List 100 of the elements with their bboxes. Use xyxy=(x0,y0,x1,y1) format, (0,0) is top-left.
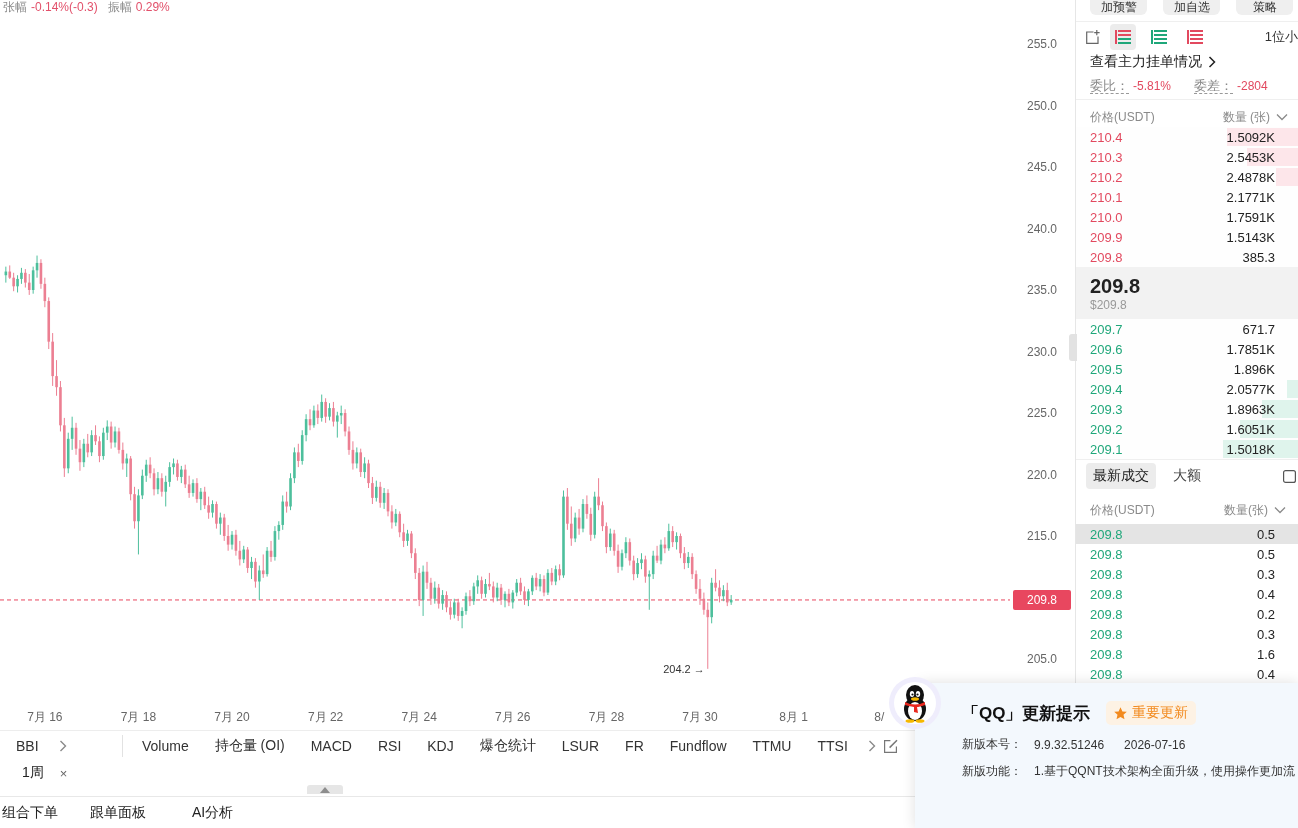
date-axis-label: 8/ xyxy=(874,710,885,724)
quantity-text: 2.1771K xyxy=(1226,189,1275,205)
price-axis-label: 230.0 xyxy=(1027,344,1058,359)
stat-label: 委差： xyxy=(1194,77,1233,94)
price-text: 209.7 xyxy=(1090,321,1123,337)
quantity-text: 0.5 xyxy=(1256,546,1275,562)
price-text: 210.3 xyxy=(1090,149,1123,165)
popup-title: 「QQ」更新提示 xyxy=(962,702,1091,725)
date-axis-label: 8月 1 xyxy=(779,710,808,724)
quantity-text: 2.4878K xyxy=(1226,169,1275,185)
order-book-icon xyxy=(1115,30,1131,44)
star-icon xyxy=(1114,706,1128,720)
low-price-label: 204.2 → xyxy=(663,662,705,675)
amplitude-label: 振幅 xyxy=(107,0,132,14)
trade-tab[interactable]: 最新成交 xyxy=(1086,463,1156,489)
action-button[interactable]: 策略 xyxy=(1236,0,1293,15)
interval-tab[interactable]: 1周 xyxy=(22,764,44,782)
quantity-text: 0.4 xyxy=(1256,586,1275,602)
price-axis-label: 215.0 xyxy=(1027,529,1058,543)
quantity-text: 385.3 xyxy=(1242,249,1275,265)
price-axis-label: 225.0 xyxy=(1027,406,1058,420)
stat-value: -2804 xyxy=(1237,78,1268,93)
date-axis-label: 7月 18 xyxy=(120,710,157,724)
price-axis-label: 255.0 xyxy=(1027,37,1058,51)
depth-link[interactable]: 查看主力挂单情况 xyxy=(1090,53,1202,71)
indicator-tab[interactable]: BBI xyxy=(16,738,39,754)
date-axis-label: 7月 16 xyxy=(27,710,63,724)
indicator-tab[interactable]: KDJ xyxy=(427,738,454,754)
price-text: 209.8 xyxy=(1090,626,1123,642)
date-axis-label: 7月 24 xyxy=(401,710,437,724)
close-button[interactable]: × xyxy=(59,765,68,781)
indicator-tab[interactable]: TTSI xyxy=(817,738,848,754)
column-header: 数量(张) xyxy=(1224,501,1268,519)
quantity-text: 1.896K xyxy=(1233,361,1275,377)
quantity-text: 1.5018K xyxy=(1226,441,1275,457)
indicator-tab[interactable]: TTMU xyxy=(752,738,792,754)
column-header: 价格(USDT) xyxy=(1090,501,1155,519)
price-text: 209.8 xyxy=(1090,586,1123,602)
indicator-tab[interactable]: FR xyxy=(625,738,644,754)
price-text: 209.9 xyxy=(1090,229,1123,245)
quantity-text: 1.7591K xyxy=(1226,209,1275,225)
price-text: 209.6 xyxy=(1090,341,1123,357)
bottom-tab[interactable]: 组合下单 xyxy=(2,803,58,822)
chevron-down-icon[interactable] xyxy=(1276,113,1288,121)
quantity-text: 0.4 xyxy=(1256,666,1275,682)
chevron-right-icon[interactable] xyxy=(1208,56,1216,68)
drawer-handle[interactable] xyxy=(307,785,343,794)
checkbox[interactable] xyxy=(1283,469,1296,483)
edit-icon[interactable] xyxy=(883,739,898,753)
trade-tab[interactable]: 大额 xyxy=(1166,463,1208,489)
quantity-text: 1.5143K xyxy=(1226,229,1275,245)
price-axis-label: 220.0 xyxy=(1027,467,1058,482)
ref-line-label: 209.8 xyxy=(1026,592,1058,607)
indicator-tab[interactable]: 爆仓统计 xyxy=(479,737,536,755)
view-mode-button[interactable] xyxy=(1110,24,1136,50)
date-axis-label: 7月 26 xyxy=(495,710,531,724)
action-button[interactable]: 加预警 xyxy=(1090,0,1147,15)
quantity-text: 2.0577K xyxy=(1226,381,1275,397)
amplitude-value: 0.29% xyxy=(135,0,170,14)
indicator-tab[interactable]: LSUR xyxy=(561,738,600,754)
change-label: 张幅 xyxy=(3,0,27,14)
price-text: 210.1 xyxy=(1090,189,1123,205)
indicator-tab[interactable]: 持仓量 (OI) xyxy=(214,737,285,755)
stat-value: -5.81% xyxy=(1133,78,1172,93)
precision-select[interactable]: 1位小 xyxy=(1264,28,1298,46)
price-text: 210.2 xyxy=(1090,169,1123,185)
field-value: 1.基于QQNT技术架构全面升级，使用操作更加流 xyxy=(1034,763,1295,780)
price-text: 209.3 xyxy=(1090,401,1123,417)
bottom-tab[interactable]: 跟单面板 xyxy=(90,803,146,822)
indicator-tab[interactable]: RSI xyxy=(377,738,402,754)
date-axis-label: 7月 30 xyxy=(682,710,718,724)
order-book-icon xyxy=(1151,30,1167,44)
price-axis-label: 205.0 xyxy=(1027,652,1058,666)
price-text: 209.8 xyxy=(1090,666,1123,682)
indicator-tab[interactable]: MACD xyxy=(310,738,352,754)
bottom-tab[interactable]: AI分析 xyxy=(192,803,234,822)
quantity-text: 0.3 xyxy=(1256,626,1275,642)
field-value: 2026-07-16 xyxy=(1124,737,1186,752)
price-text: 210.4 xyxy=(1090,129,1123,145)
square-plus-icon[interactable] xyxy=(1086,30,1100,44)
stat-label: 委比： xyxy=(1090,77,1129,94)
date-axis-label: 7月 28 xyxy=(588,710,625,724)
quantity-text: 1.8963K xyxy=(1226,401,1275,417)
current-price-tag: 209.8 xyxy=(1013,589,1071,610)
price-text: 209.8 xyxy=(1090,606,1123,622)
price-text: 209.8 xyxy=(1090,249,1123,265)
price-text: 209.2 xyxy=(1090,421,1123,437)
quantity-text: 1.7851K xyxy=(1226,341,1275,357)
indicator-tab[interactable]: Volume xyxy=(142,738,189,754)
quantity-text: 1.5092K xyxy=(1226,129,1275,145)
price-text: 209.8 xyxy=(1090,646,1123,662)
price-axis-label: 235.0 xyxy=(1027,283,1058,297)
quantity-text: 2.5453K xyxy=(1226,149,1275,165)
panel-collapse-handle[interactable] xyxy=(1069,334,1077,361)
price-text: 209.8 xyxy=(1090,546,1123,562)
chevron-down-icon[interactable] xyxy=(1274,506,1286,514)
quantity-text: 1.6 xyxy=(1256,646,1275,662)
price-text: 210.0 xyxy=(1090,209,1123,225)
action-button[interactable]: 加自选 xyxy=(1163,0,1220,15)
indicator-tab[interactable]: Fundflow xyxy=(669,738,727,754)
